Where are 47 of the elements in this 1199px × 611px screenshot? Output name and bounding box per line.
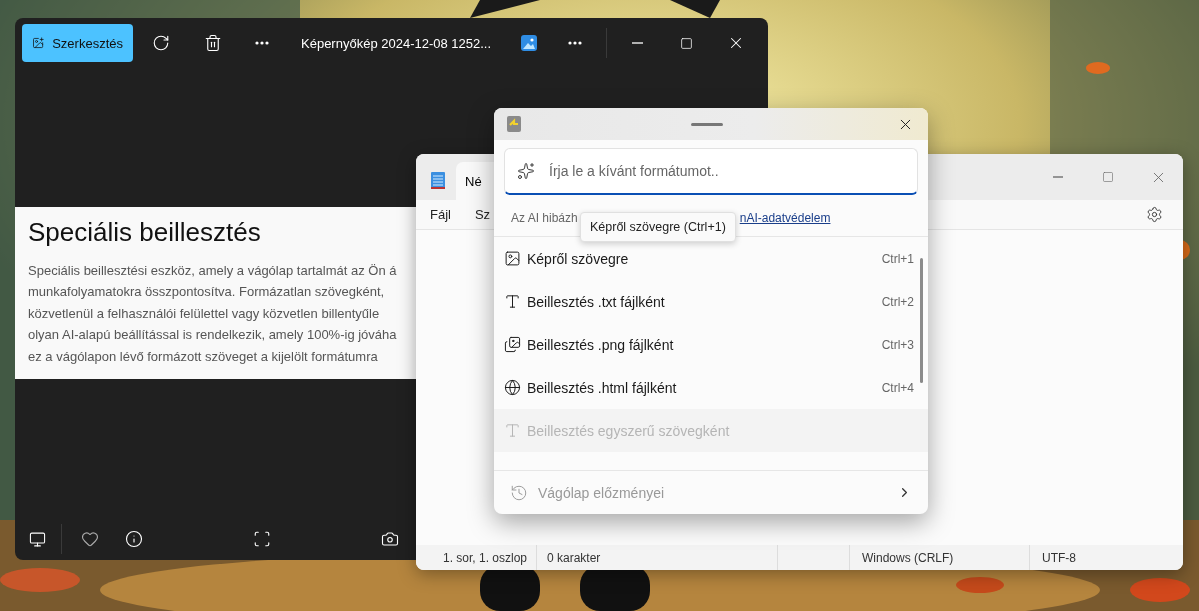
line-ending: Windows (CRLF) — [850, 545, 1030, 570]
drag-handle[interactable] — [690, 122, 723, 126]
info-icon — [125, 530, 143, 548]
text-icon — [504, 293, 521, 310]
minimize-icon — [1053, 176, 1063, 178]
tooltip: Képről szövegre (Ctrl+1) — [580, 212, 736, 242]
text-input[interactable]: Írja le a kívánt formátumot.. — [547, 162, 905, 180]
scrollbar-thumb[interactable] — [920, 258, 923, 383]
format-input-field[interactable]: Írja le a kívánt formátumot.. — [504, 148, 918, 195]
photo-title: Képernyőkép 2024-12-08 1252... — [301, 35, 492, 51]
camera-icon — [381, 530, 399, 548]
paste-option[interactable]: Beillesztés .html fájlként Ctrl+4 — [494, 366, 928, 409]
image-text-line: közvetlenül a felhasználói felülettel vagy közvetlen billentyűle — [28, 304, 381, 323]
monitor-icon — [28, 530, 46, 548]
image-heading: Speciális beillesztés — [28, 216, 262, 248]
image-text-line: munkafolyamatokra összpontosítva. Formázatlan szövegként, — [28, 283, 386, 302]
menu-item[interactable]: Sz — [474, 207, 491, 222]
trash-icon — [203, 34, 222, 52]
maximize-icon — [680, 36, 694, 50]
more-icon — [255, 41, 270, 45]
minimize-icon — [632, 42, 644, 44]
photos-app-icon — [520, 35, 537, 51]
scan-icon — [253, 530, 271, 548]
notepad-icon — [430, 170, 446, 190]
privacy-link[interactable]: nAI-adatvédelem — [739, 210, 831, 225]
image-text-line: olyan AI-alapú beállítással is rendelkezik, amely 100%-ig jóváha — [28, 326, 398, 345]
images-icon — [504, 336, 521, 353]
image-text-line: ez a vágólapon lévő formázott szöveget a kijelölt formátumra — [28, 347, 379, 366]
encoding: UTF-8 — [1041, 549, 1077, 567]
paste-option[interactable]: Beillesztés .txt fájlként Ctrl+2 — [494, 280, 928, 323]
menu-item[interactable]: Fájl — [430, 207, 451, 222]
sparkles-icon — [517, 162, 535, 180]
image-text-line: Speciális beillesztési eszköz, amely a vágólap tartalmát az Ön á — [28, 261, 398, 280]
settings-icon — [1145, 206, 1163, 223]
character-count: 0 karakter — [537, 545, 778, 570]
edit-button[interactable]: Szerkesztés — [22, 24, 133, 62]
app-icon — [507, 116, 521, 132]
history-icon — [510, 483, 528, 502]
maximize-icon — [1102, 171, 1114, 183]
globe-icon — [504, 379, 521, 396]
more-icon — [568, 41, 583, 45]
cursor-position: 1. sor, 1. oszlop — [416, 545, 537, 570]
rotate-icon — [151, 34, 170, 52]
paste-option[interactable]: Beillesztés .png fájlként Ctrl+3 — [494, 323, 928, 366]
text-icon — [504, 422, 521, 439]
image-icon — [504, 250, 521, 267]
ai-disclaimer: Az AI hibázh — [511, 210, 578, 225]
